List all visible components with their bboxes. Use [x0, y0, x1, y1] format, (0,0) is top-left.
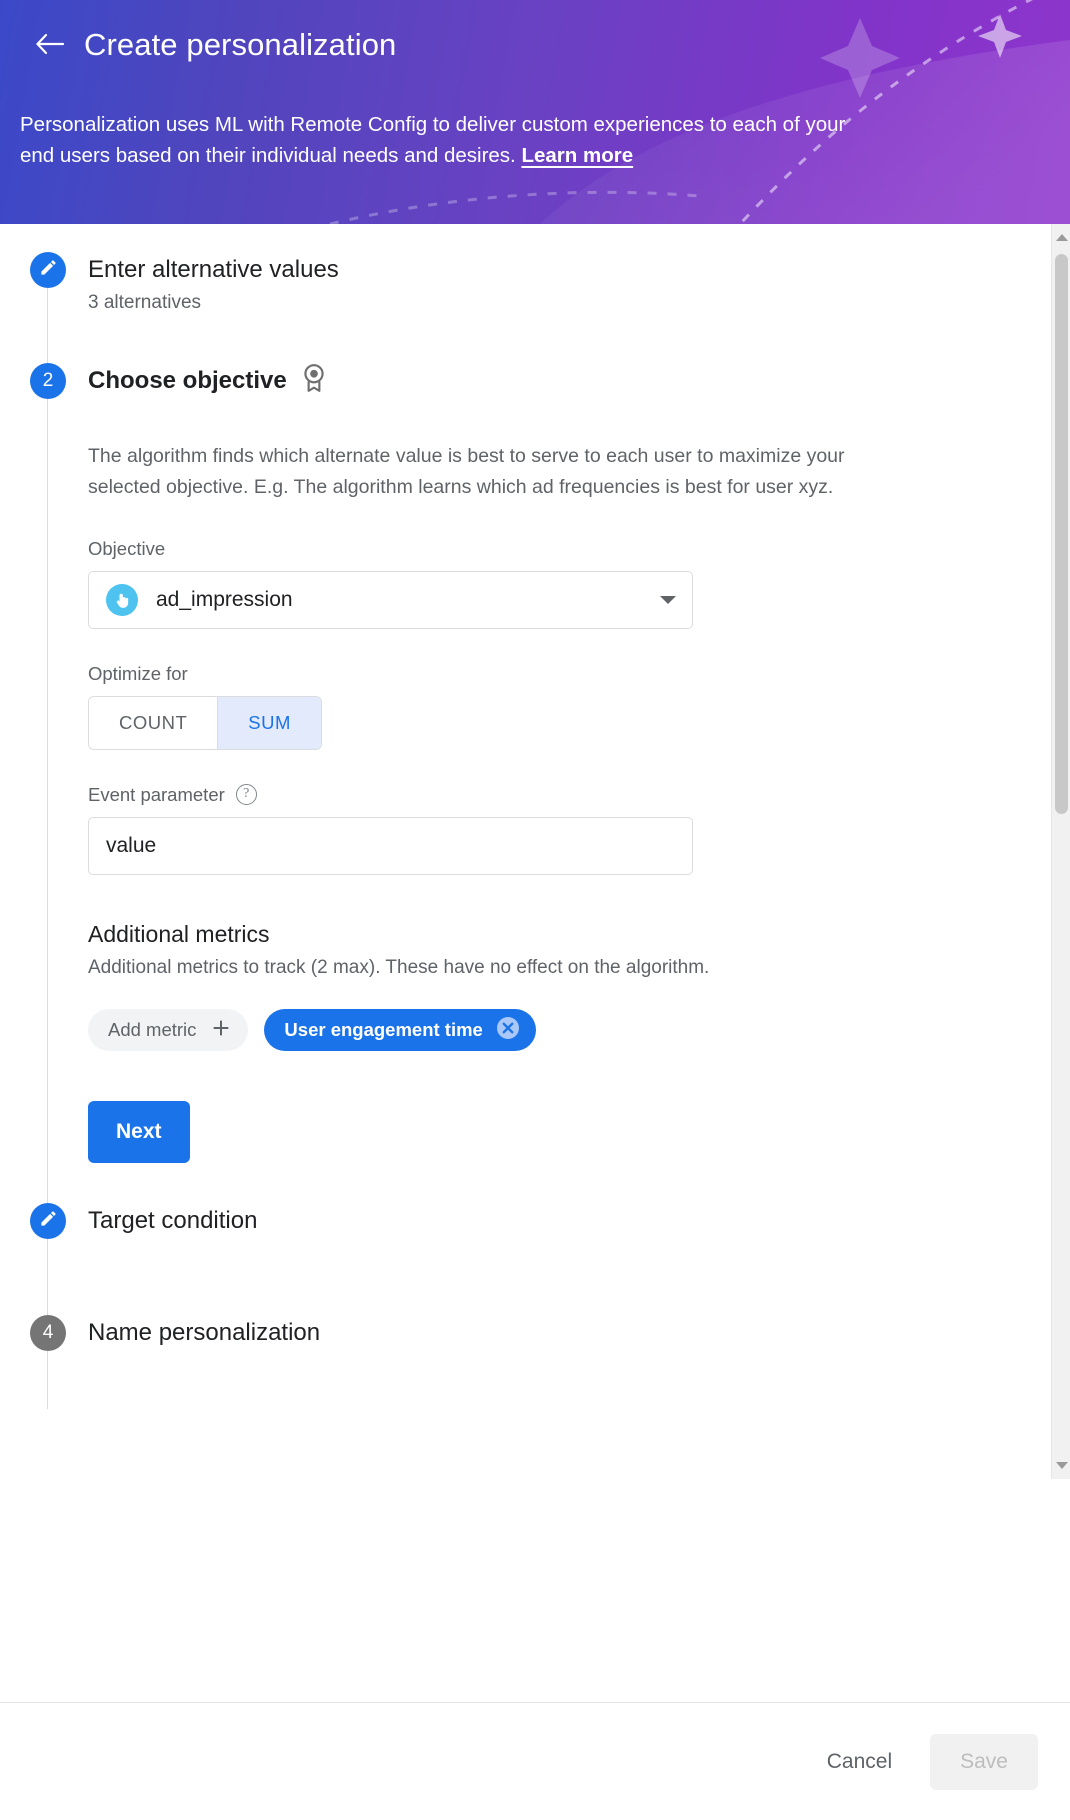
- step-title: Enter alternative values: [88, 256, 339, 283]
- touch-tap-icon: [106, 583, 138, 616]
- save-button[interactable]: Save: [930, 1733, 1038, 1790]
- banner-description: Personalization uses ML with Remote Conf…: [20, 109, 850, 171]
- optimize-option-sum[interactable]: SUM: [218, 696, 321, 749]
- vertical-scrollbar[interactable]: [1051, 224, 1070, 1479]
- page-title: Create personalization: [84, 26, 397, 62]
- chevron-down-icon[interactable]: [660, 595, 676, 604]
- objective-description: The algorithm finds which alternate valu…: [88, 444, 845, 499]
- learn-more-link[interactable]: Learn more: [521, 144, 633, 167]
- medal-icon: [301, 363, 327, 398]
- step-enter-alternative-values[interactable]: Enter alternative values 3 alternatives: [0, 252, 1070, 372]
- objective-label-text: Objective: [88, 537, 166, 559]
- stepper-content: Enter alternative values 3 alternatives …: [0, 224, 1070, 1409]
- banner-description-text: Personalization uses ML with Remote Conf…: [20, 113, 846, 168]
- help-circle-icon[interactable]: ?: [235, 784, 257, 806]
- next-button[interactable]: Next: [88, 1101, 190, 1164]
- arrow-left-icon: [35, 32, 65, 56]
- optimize-option-count[interactable]: COUNT: [89, 696, 219, 749]
- additional-metrics-title: Additional metrics: [88, 920, 270, 947]
- objective-value: ad_impression: [156, 587, 293, 611]
- step-connector: [47, 1239, 48, 1316]
- event-parameter-input[interactable]: [88, 816, 693, 875]
- optimize-for-label-text: Optimize for: [88, 662, 188, 684]
- stepper: Enter alternative values 3 alternatives …: [0, 224, 1070, 1409]
- create-personalization-dialog: Create personalization Personalization u…: [0, 0, 1070, 1820]
- metric-chip-list: Add metric User engagement time: [88, 1009, 1070, 1052]
- plus-icon: [210, 1017, 232, 1044]
- back-button[interactable]: [30, 24, 70, 64]
- step-marker-active: 2: [30, 362, 66, 399]
- metric-chip-label: User engagement time: [284, 1019, 483, 1041]
- step-marker-pending: 4: [30, 1315, 66, 1352]
- event-parameter-label: Event parameter ?: [88, 784, 1070, 806]
- edit-icon: [39, 1209, 58, 1234]
- step-choose-objective: 2 Choose objective The algorithm finds w…: [0, 362, 1070, 1409]
- step-title: Target condition: [88, 1207, 258, 1235]
- scrollbar-thumb[interactable]: [1055, 254, 1068, 814]
- step-name-personalization[interactable]: 4 Name personalization: [0, 1315, 1070, 1352]
- dialog-scroll-area: Enter alternative values 3 alternatives …: [0, 224, 1070, 1479]
- objective-select[interactable]: ad_impression: [88, 570, 693, 629]
- step-target-condition[interactable]: Target condition: [0, 1203, 1070, 1316]
- step-title: Choose objective: [88, 366, 287, 394]
- scroll-down-arrow-icon[interactable]: [1052, 1456, 1070, 1475]
- dialog-footer: Cancel Save: [0, 1702, 1070, 1820]
- header-banner: Create personalization Personalization u…: [0, 0, 1070, 224]
- step-subtitle: 3 alternatives: [88, 292, 202, 313]
- step-marker-complete: [30, 252, 66, 288]
- objective-panel: The algorithm finds which alternate valu…: [88, 399, 1070, 1164]
- objective-label: Objective: [88, 538, 1070, 560]
- step-marker-complete: [30, 1203, 66, 1240]
- add-metric-chip[interactable]: Add metric: [88, 1009, 249, 1052]
- event-parameter-label-text: Event parameter: [88, 783, 225, 805]
- cancel-button[interactable]: Cancel: [805, 1736, 914, 1788]
- optimize-for-label: Optimize for: [88, 663, 1070, 685]
- add-metric-label: Add metric: [108, 1019, 197, 1041]
- close-circle-icon[interactable]: [496, 1016, 520, 1045]
- step-title: Name personalization: [88, 1319, 321, 1347]
- edit-icon: [39, 258, 58, 283]
- additional-metrics-description: Additional metrics to track (2 max). The…: [88, 956, 710, 978]
- scroll-up-arrow-icon[interactable]: [1052, 228, 1070, 247]
- optimize-for-toggle-group: COUNT SUM: [88, 695, 322, 750]
- metric-chip-user-engagement-time[interactable]: User engagement time: [264, 1009, 536, 1052]
